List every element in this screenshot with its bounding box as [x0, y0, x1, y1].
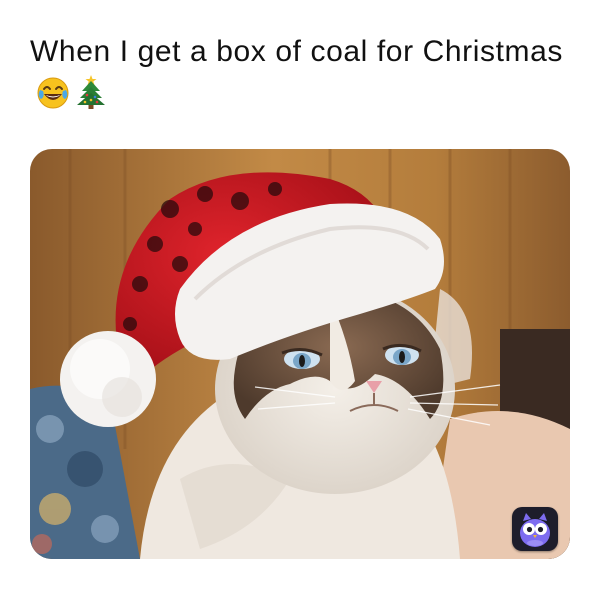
caption-text: When I get a box of coal for Christmas [30, 35, 564, 68]
owl-app-icon [512, 507, 558, 551]
face-with-tears-of-joy-icon [36, 76, 70, 123]
meme-photo [30, 149, 570, 559]
christmas-tree-icon [76, 74, 106, 123]
meme-caption: When I get a box of coal for Christmas [30, 30, 570, 123]
grumpy-cat-santa-hat-photo [30, 149, 570, 559]
